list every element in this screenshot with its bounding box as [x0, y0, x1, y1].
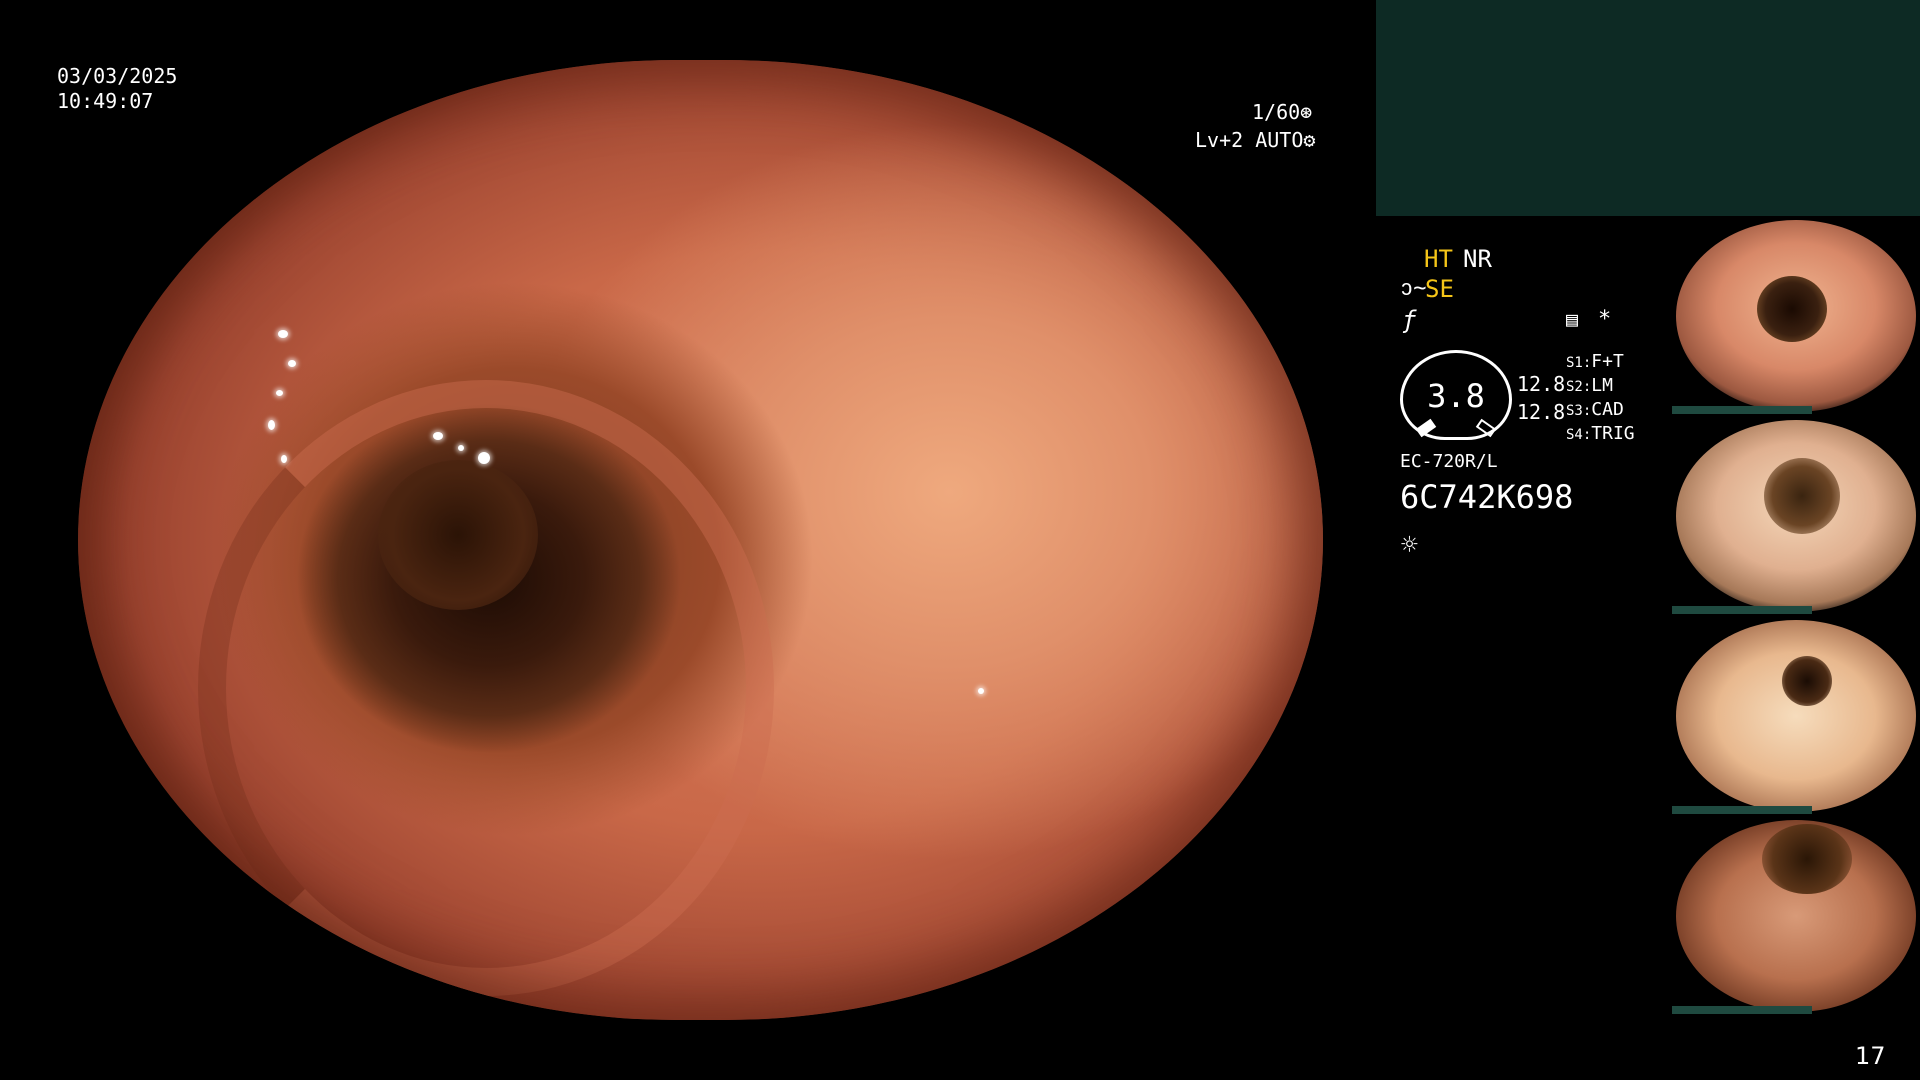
scope-icon: ↄ~	[1400, 276, 1427, 301]
s3-value: CAD	[1591, 399, 1624, 420]
thumbnail-3[interactable]	[1672, 618, 1920, 814]
date-label: 03/03/2025	[57, 64, 178, 88]
gauge-filled-marker	[1415, 418, 1437, 438]
page-number: 17	[1855, 1042, 1886, 1070]
thumbnail-lumen	[1782, 656, 1832, 706]
light-reflection	[268, 420, 275, 430]
s4-label: S4:	[1566, 427, 1592, 443]
thumbnail-bar	[1672, 806, 1812, 814]
light-reflection	[278, 330, 288, 338]
s3-row: S3:CAD	[1566, 398, 1624, 423]
thumbnail-lumen	[1764, 458, 1840, 534]
sun-icon: ☼	[1401, 528, 1418, 561]
level-readout: Lv+2 AUTO⚙	[1195, 128, 1315, 152]
thumbnail-1[interactable]	[1672, 218, 1920, 414]
main-endoscopic-view	[78, 60, 1323, 1020]
light-reflection	[458, 445, 464, 451]
light-reflection	[978, 688, 984, 694]
light-reflection	[288, 360, 296, 367]
s4-row: S4:TRIG	[1566, 422, 1635, 447]
s1-label: S1:	[1566, 355, 1592, 371]
thumbnail-bar	[1672, 406, 1812, 414]
document-icon: ▤	[1566, 307, 1579, 331]
value-readout-1: 12.8	[1517, 372, 1566, 396]
thumbnail-bar	[1672, 1006, 1812, 1014]
asterisk-label: *	[1598, 307, 1612, 332]
s2-label: S2:	[1566, 379, 1592, 395]
thumbnail-bar	[1672, 606, 1812, 614]
shutter-value: 1/60	[1252, 100, 1301, 124]
teal-info-panel	[1376, 0, 1920, 216]
f-slash-icon: ƒ	[1402, 306, 1417, 334]
level-value: Lv+2 AUTO	[1195, 128, 1304, 152]
light-reflection	[433, 432, 443, 440]
s1-row: S1:F+T	[1566, 350, 1624, 375]
se-label: SE	[1425, 275, 1454, 303]
thumbnail-lumen	[1757, 276, 1827, 342]
value-readout-2: 12.8	[1517, 400, 1566, 424]
gear-circle-icon: ⚙	[1303, 128, 1316, 152]
light-reflection	[281, 455, 287, 463]
ht-label: HT	[1424, 245, 1453, 273]
light-reflection	[276, 390, 283, 396]
thumbnail-4[interactable]	[1672, 818, 1920, 1014]
thumbnail-image	[1676, 620, 1916, 812]
s1-value: F+T	[1591, 351, 1624, 372]
s2-row: S2:LM	[1566, 374, 1613, 399]
gauge-value: 3.8	[1427, 377, 1485, 415]
time-label: 10:49:07	[57, 89, 154, 113]
s2-value: LM	[1591, 375, 1613, 396]
s4-value: TRIG	[1591, 423, 1635, 444]
aperture-icon: ⊛	[1300, 100, 1313, 124]
serial-number: 6C742K698	[1400, 478, 1574, 516]
thumbnail-lumen	[1762, 824, 1852, 894]
scope-model: EC-720R/L	[1400, 451, 1498, 472]
light-reflection	[478, 452, 490, 464]
s3-label: S3:	[1566, 403, 1592, 419]
gauge: 3.8	[1400, 350, 1512, 440]
nr-label: NR	[1463, 245, 1492, 273]
shutter-readout: 1/60⊛	[1252, 100, 1312, 124]
vignette-rim	[78, 60, 1323, 1020]
gauge-empty-marker	[1475, 418, 1497, 438]
thumbnail-2[interactable]	[1672, 418, 1920, 614]
